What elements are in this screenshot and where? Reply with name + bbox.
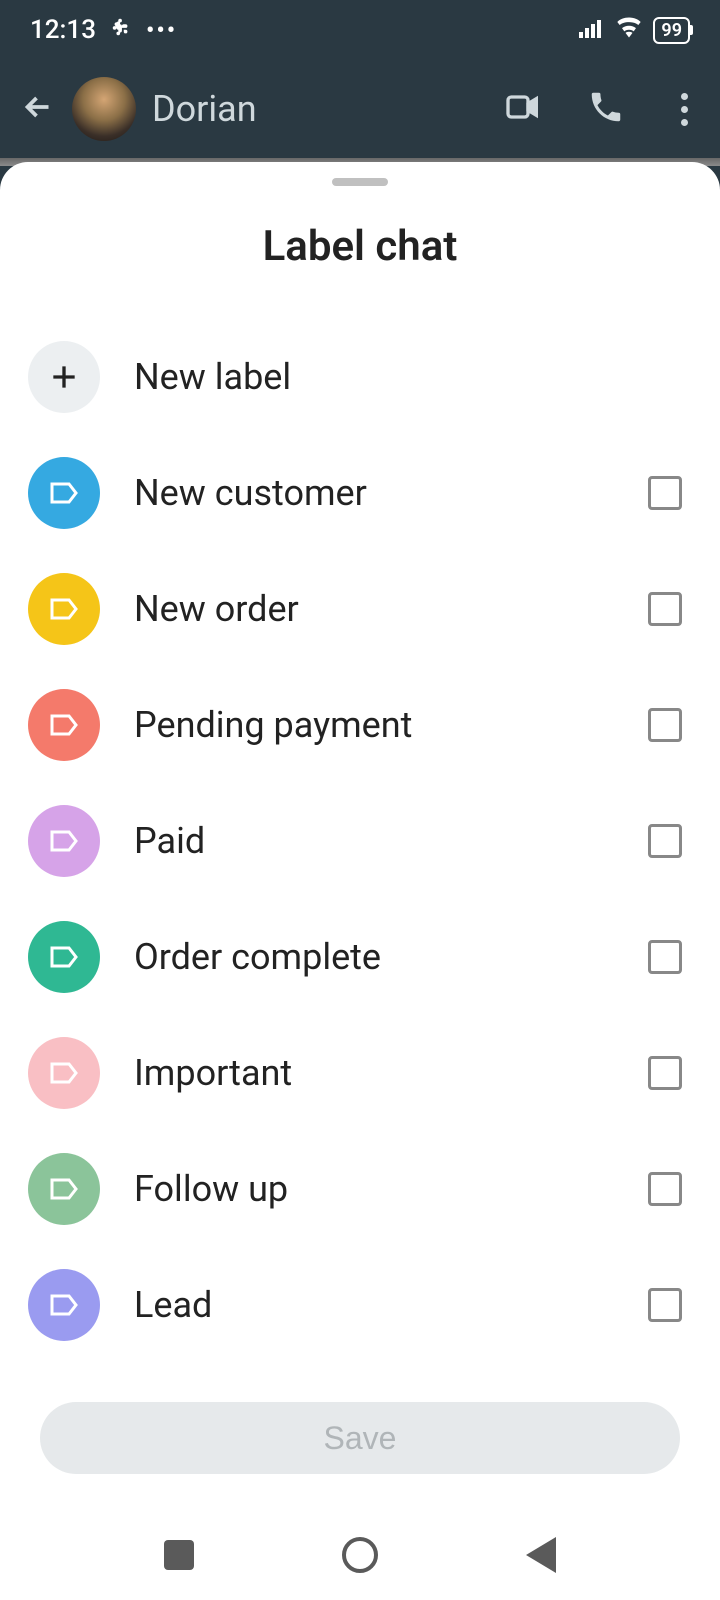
new-label-text: New label [134,356,692,398]
tag-icon [28,689,100,761]
label-name: Follow up [134,1168,614,1210]
label-name: New order [134,588,614,630]
label-row[interactable]: Paid [28,783,692,899]
avatar[interactable] [72,77,136,141]
label-row[interactable]: New customer [28,435,692,551]
status-right: 99 [579,15,690,45]
label-row[interactable]: Order complete [28,899,692,1015]
android-nav-bar [0,1510,720,1600]
chat-header: Dorian [0,60,720,158]
label-name: Lead [134,1284,614,1326]
home-icon[interactable] [342,1537,378,1573]
tag-icon [28,921,100,993]
status-bar: 12:13 ••• 99 [0,0,720,60]
label-checkbox[interactable] [648,708,682,742]
label-checkbox[interactable] [648,1056,682,1090]
new-label-row[interactable]: New label [28,319,692,435]
tag-icon [28,1269,100,1341]
wifi-icon [615,15,643,45]
status-left: 12:13 ••• [30,15,177,45]
contact-name[interactable]: Dorian [152,88,459,130]
label-row[interactable]: New order [28,551,692,667]
slack-icon [110,16,132,44]
back-icon[interactable] [526,1537,556,1573]
label-row[interactable]: Important [28,1015,692,1131]
plus-icon [28,341,100,413]
label-checkbox[interactable] [648,1288,682,1322]
label-checkbox[interactable] [648,592,682,626]
voice-call-icon[interactable] [587,88,625,130]
label-name: New customer [134,472,614,514]
tag-icon [28,1037,100,1109]
label-checkbox[interactable] [648,824,682,858]
sheet-title: Label chat [0,222,720,271]
recents-icon[interactable] [164,1540,194,1570]
label-sheet: Label chat New label New customer New ord… [0,162,720,1510]
label-row[interactable]: Follow up [28,1131,692,1247]
tag-icon [28,1153,100,1225]
label-checkbox[interactable] [648,940,682,974]
save-row: Save [0,1376,720,1510]
label-checkbox[interactable] [648,476,682,510]
tag-icon [28,805,100,877]
tag-icon [28,457,100,529]
more-menu-icon[interactable] [669,93,700,126]
label-row[interactable]: Lead [28,1247,692,1363]
label-checkbox[interactable] [648,1172,682,1206]
label-name: Important [134,1052,614,1094]
battery-icon: 99 [653,17,690,44]
notification-dots-icon: ••• [146,16,177,44]
back-arrow-icon[interactable] [20,89,56,129]
label-row[interactable]: Pending payment [28,667,692,783]
signal-icon [579,15,605,45]
clock: 12:13 [30,15,96,45]
label-name: Order complete [134,936,614,978]
label-name: Pending payment [134,704,614,746]
video-call-icon[interactable] [503,87,543,131]
tag-icon [28,573,100,645]
save-button[interactable]: Save [40,1402,680,1474]
drag-handle[interactable] [332,178,388,186]
label-name: Paid [134,820,614,862]
label-list: New label New customer New order Pending p… [0,319,720,1376]
